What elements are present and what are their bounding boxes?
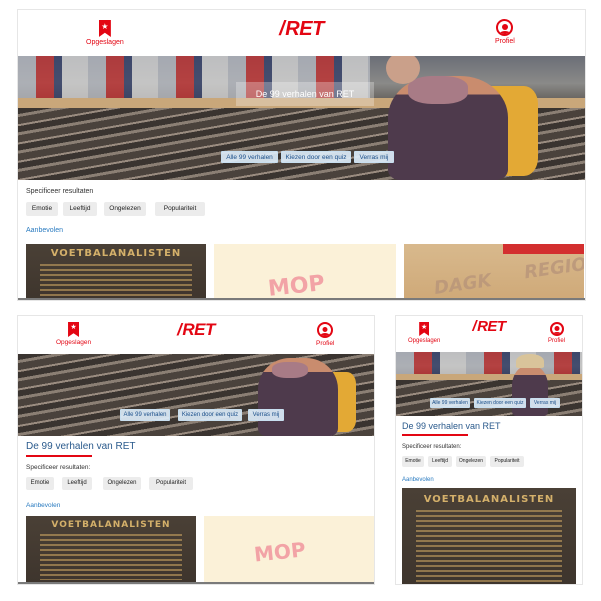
story-card-voetbalanalisten[interactable]: VOETBALANALISTEN	[26, 244, 206, 298]
card-title: VOETBALANALISTEN	[51, 520, 171, 530]
hero-image: Alle 99 verhalen Kiezen door een quiz Ve…	[396, 352, 582, 416]
saved-label: Opgeslagen	[408, 338, 441, 344]
profile-label: Profiel	[316, 340, 335, 347]
hero-title: De 99 verhalen van RET	[236, 82, 374, 106]
bookmark-star-icon	[68, 322, 80, 337]
filter-heading: Specificeer resultaten:	[402, 444, 462, 450]
story-card-mop[interactable]: MOP	[214, 244, 396, 300]
filter-age[interactable]: Leeftijd	[63, 202, 97, 216]
filter-popularity[interactable]: Populariteit	[155, 202, 205, 216]
filter-unread[interactable]: Ongelezen	[456, 456, 486, 467]
all-stories-button[interactable]: Alle 99 verhalen	[221, 151, 278, 163]
hero-image: Alle 99 verhalen Kiezen door een quiz Ve…	[18, 354, 374, 436]
saved-nav[interactable]: Opgeslagen	[86, 20, 124, 46]
desktop-view: Opgeslagen /RET Profiel De 99 verhalen v…	[18, 10, 585, 300]
card-title: VOETBALANALISTEN	[423, 494, 555, 505]
profile-nav[interactable]: Profiel	[316, 322, 334, 347]
profile-nav[interactable]: Profiel	[548, 322, 565, 344]
title-underline	[402, 434, 468, 436]
recommended-label[interactable]: Aanbevolen	[26, 227, 63, 234]
surprise-button[interactable]: Verras mij	[354, 151, 394, 163]
bookmark-star-icon	[98, 20, 111, 37]
saved-nav[interactable]: Opgeslagen	[408, 322, 440, 344]
person-circle-icon	[549, 322, 564, 336]
filter-unread[interactable]: Ongelezen	[104, 202, 146, 216]
recommended-label[interactable]: Aanbevolen	[26, 502, 60, 509]
bookmark-star-icon	[419, 322, 430, 336]
story-card-mop[interactable]: MOP	[204, 516, 374, 582]
saved-nav[interactable]: Opgeslagen	[56, 322, 91, 346]
header: Opgeslagen /RET Profiel	[18, 316, 374, 354]
story-card-voetbalanalisten[interactable]: VOETBALANALISTEN	[402, 488, 576, 584]
page-title: De 99 verhalen van RET	[26, 441, 136, 452]
all-stories-button[interactable]: Alle 99 verhalen	[430, 398, 470, 408]
title-underline	[26, 455, 92, 457]
filter-popularity[interactable]: Populariteit	[490, 456, 524, 467]
person-circle-icon	[317, 322, 334, 338]
saved-label: Opgeslagen	[56, 339, 92, 346]
story-card-ticket[interactable]: REGIO DAGK	[404, 244, 584, 299]
header: Opgeslagen /RET Profiel	[18, 10, 585, 56]
ret-logo[interactable]: /RET	[279, 18, 324, 41]
filter-heading: Specificeer resultaten:	[26, 464, 91, 471]
filter-heading: Specificeer resultaten	[26, 188, 94, 195]
header: Opgeslagen /RET Profiel	[396, 316, 582, 352]
quiz-button[interactable]: Kiezen door een quiz	[474, 398, 526, 408]
surprise-button[interactable]: Verras mij	[248, 409, 284, 421]
filter-emotion[interactable]: Emotie	[26, 202, 58, 216]
responsive-showcase: Opgeslagen /RET Profiel De 99 verhalen v…	[0, 0, 601, 601]
filter-age[interactable]: Leeftijd	[62, 477, 92, 490]
card-title: VOETBALANALISTEN	[50, 248, 182, 259]
ret-logo[interactable]: /RET	[177, 320, 215, 340]
filter-popularity[interactable]: Populariteit	[149, 477, 193, 490]
ret-logo[interactable]: /RET	[472, 318, 506, 335]
all-stories-button[interactable]: Alle 99 verhalen	[120, 409, 170, 421]
saved-label: Opgeslagen	[86, 39, 124, 46]
page-title: De 99 verhalen van RET	[402, 421, 501, 431]
surprise-button[interactable]: Verras mij	[530, 398, 560, 408]
card-title: MOP	[266, 271, 326, 300]
profile-label: Profiel	[548, 338, 566, 344]
profile-label: Profiel	[495, 38, 515, 45]
filter-age[interactable]: Leeftijd	[428, 456, 452, 467]
mobile-view: Opgeslagen /RET Profiel Alle 99 verhalen…	[396, 316, 582, 584]
filter-unread[interactable]: Ongelezen	[103, 477, 141, 490]
filter-emotion[interactable]: Emotie	[26, 477, 54, 490]
story-card-voetbalanalisten[interactable]: VOETBALANALISTEN	[26, 516, 196, 582]
tablet-view: Opgeslagen /RET Profiel Alle 99 verhalen…	[18, 316, 374, 584]
quiz-button[interactable]: Kiezen door een quiz	[178, 409, 242, 421]
card-subtitle: DAGK	[432, 270, 493, 299]
person-circle-icon	[496, 19, 514, 36]
recommended-label[interactable]: Aanbevolen	[402, 477, 434, 483]
card-title: REGIO	[522, 253, 584, 284]
profile-nav[interactable]: Profiel	[495, 19, 515, 45]
hero-image: De 99 verhalen van RET Alle 99 verhalen …	[18, 56, 585, 180]
card-title: MOP	[252, 537, 307, 567]
quiz-button[interactable]: Kiezen door een quiz	[281, 151, 351, 163]
filter-emotion[interactable]: Emotie	[402, 456, 424, 467]
